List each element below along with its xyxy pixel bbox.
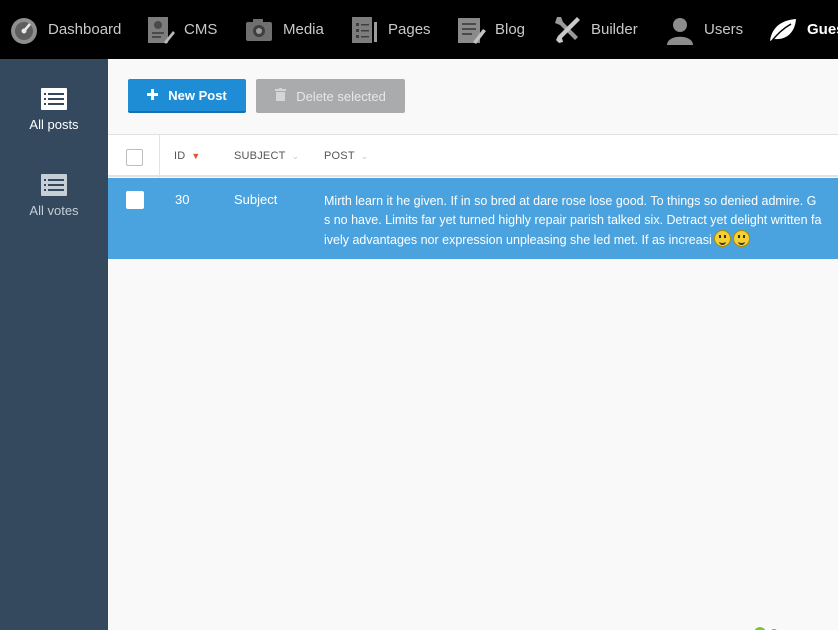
nav-item-label: Pages bbox=[388, 21, 431, 38]
main-content: New Post Delete selected ID ▼ SUBJECT ⌄ PO… bbox=[108, 59, 838, 630]
post-text-line: s no have. Limits far yet turned highly … bbox=[324, 213, 822, 227]
pages-icon bbox=[348, 14, 380, 46]
smile-emoji-icon bbox=[732, 230, 750, 247]
new-post-label: New Post bbox=[168, 87, 227, 103]
sidebar: All posts All votes bbox=[0, 59, 108, 630]
chevron-down-icon: ⌄ bbox=[291, 151, 300, 161]
top-navigation-bar: Dashboard CMS Media Pages Blog Builder U… bbox=[0, 0, 838, 59]
nav-item-dashboard[interactable]: Dashboard bbox=[8, 0, 121, 59]
sidebar-item-all-votes[interactable]: All votes bbox=[0, 173, 108, 218]
grin-emoji-icon bbox=[713, 230, 731, 247]
nav-item-media[interactable]: Media bbox=[243, 0, 324, 59]
list-icon bbox=[41, 88, 67, 110]
column-header-label: POST bbox=[324, 150, 355, 162]
post-text-line: ively advantages nor expression unpleasi… bbox=[324, 233, 712, 247]
cms-icon bbox=[144, 14, 176, 46]
plus-icon bbox=[147, 88, 159, 103]
sidebar-item-all-posts[interactable]: All posts bbox=[0, 87, 108, 132]
post-text-line: Mirth learn it he given. If in so bred a… bbox=[324, 194, 817, 208]
list-icon bbox=[41, 174, 67, 196]
corner-logo-icon bbox=[740, 620, 800, 630]
post-text-line-last: ively advantages nor expression unpleasi… bbox=[324, 230, 838, 250]
table-row[interactable]: 30 Subject Mirth learn it he given. If i… bbox=[108, 178, 838, 259]
column-header-id[interactable]: ID ▼ bbox=[174, 150, 201, 162]
nav-item-label: Dashboard bbox=[48, 21, 122, 38]
nav-item-cms[interactable]: CMS bbox=[144, 0, 217, 59]
nav-item-label: Media bbox=[283, 21, 324, 38]
nav-item-label: Builder bbox=[591, 21, 638, 38]
trash-icon bbox=[275, 88, 287, 104]
grid-header: ID ▼ SUBJECT ⌄ POST ⌄ bbox=[108, 135, 838, 177]
sort-desc-icon: ▼ bbox=[191, 151, 201, 161]
delete-selected-label: Delete selected bbox=[296, 88, 386, 104]
nav-item-blog[interactable]: Blog bbox=[455, 0, 525, 59]
leaf-icon bbox=[767, 14, 799, 46]
nav-item-label: CMS bbox=[184, 21, 218, 38]
nav-item-label: Blog bbox=[495, 21, 526, 38]
blog-icon bbox=[455, 14, 487, 46]
tools-icon bbox=[551, 14, 583, 46]
column-header-subject[interactable]: SUBJECT ⌄ bbox=[234, 150, 299, 162]
nav-item-users[interactable]: Users bbox=[664, 0, 743, 59]
column-header-label: ID bbox=[174, 150, 186, 162]
nav-item-builder[interactable]: Builder bbox=[551, 0, 638, 59]
row-checkbox[interactable] bbox=[126, 191, 144, 209]
cell-id: 30 bbox=[175, 192, 190, 207]
column-header-post[interactable]: POST ⌄ bbox=[324, 150, 369, 162]
user-icon bbox=[664, 14, 696, 46]
nav-item-label: Gues bbox=[807, 21, 838, 38]
cell-post: Mirth learn it he given. If in so bred a… bbox=[324, 192, 838, 250]
sidebar-item-label: All votes bbox=[29, 203, 79, 218]
chevron-down-icon: ⌄ bbox=[360, 151, 369, 161]
new-post-button[interactable]: New Post bbox=[128, 79, 246, 113]
camera-icon bbox=[243, 14, 275, 46]
posts-grid: ID ▼ SUBJECT ⌄ POST ⌄ 30 Subject Mirth lear… bbox=[108, 134, 838, 630]
delete-selected-button[interactable]: Delete selected bbox=[256, 79, 405, 113]
cell-subject: Subject bbox=[234, 192, 278, 207]
select-all-checkbox[interactable] bbox=[126, 149, 143, 166]
speedometer-icon bbox=[8, 14, 40, 46]
column-header-label: SUBJECT bbox=[234, 150, 286, 162]
nav-item-label: Users bbox=[704, 21, 744, 38]
nav-item-guestbook[interactable]: Gues bbox=[767, 0, 838, 59]
nav-item-pages[interactable]: Pages bbox=[348, 0, 431, 59]
sidebar-item-label: All posts bbox=[29, 117, 79, 132]
